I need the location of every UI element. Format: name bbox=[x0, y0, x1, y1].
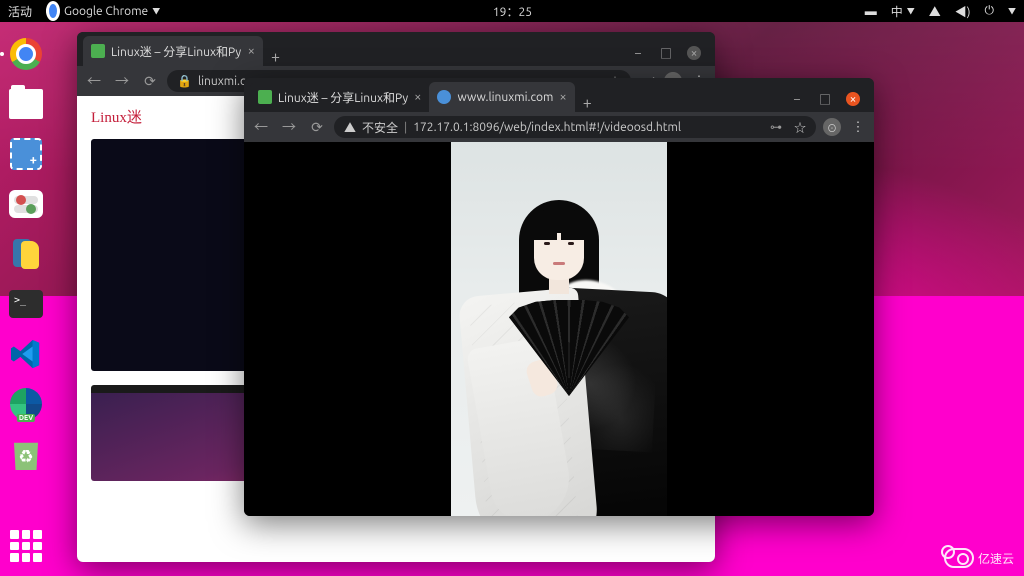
tab-linuxmi[interactable]: Linux迷 – 分享Linux和Py… × bbox=[83, 36, 263, 66]
tab-title: www.linuxmi.com bbox=[457, 91, 553, 104]
favicon-icon bbox=[437, 90, 451, 104]
chrome-window-front[interactable]: Linux迷 – 分享Linux和Py × www.linuxmi.com × … bbox=[244, 78, 874, 516]
tab-close-button[interactable]: × bbox=[248, 44, 255, 58]
dock-vscode[interactable] bbox=[4, 332, 48, 376]
terminal-icon: >_ bbox=[9, 290, 43, 318]
tab-strip: Linux迷 – 分享Linux和Py… × + – □ × bbox=[77, 32, 715, 66]
tab-title: Linux迷 – 分享Linux和Py bbox=[278, 89, 408, 106]
dock-tweaks[interactable] bbox=[4, 182, 48, 226]
back-button[interactable]: ← bbox=[250, 117, 272, 137]
watermark-text: 亿速云 bbox=[978, 550, 1014, 567]
maximize-button[interactable]: □ bbox=[659, 46, 673, 60]
url-text: 172.17.0.1:8096/web/index.html#!/videoos… bbox=[413, 121, 681, 134]
dock-files[interactable] bbox=[4, 82, 48, 126]
address-bar[interactable]: ▲ 不安全 | 172.17.0.1:8096/web/index.html#!… bbox=[334, 116, 816, 138]
minimize-button[interactable]: – bbox=[631, 46, 645, 60]
security-status: 不安全 bbox=[362, 119, 398, 136]
power-icon[interactable]: ⏻ bbox=[985, 4, 995, 18]
close-button[interactable]: × bbox=[846, 92, 860, 106]
watermark: 亿速云 bbox=[944, 548, 1014, 568]
chrome-menu-button[interactable]: ⋮ bbox=[848, 120, 868, 135]
dock-trash[interactable] bbox=[4, 432, 48, 476]
close-button[interactable]: × bbox=[687, 46, 701, 60]
profile-avatar[interactable]: ⊙ bbox=[822, 118, 842, 136]
lock-icon: 🔒 bbox=[177, 74, 192, 88]
show-applications[interactable] bbox=[4, 524, 48, 568]
python-icon bbox=[9, 237, 43, 271]
dock-screenshot[interactable] bbox=[4, 132, 48, 176]
chrome-icon bbox=[10, 38, 42, 70]
ime-indicator[interactable]: 中 ▼ bbox=[891, 3, 915, 20]
battery-icon: ▬ bbox=[865, 4, 877, 18]
maximize-button[interactable]: □ bbox=[818, 92, 832, 106]
dock-python[interactable] bbox=[4, 232, 48, 276]
clock[interactable]: 19：25 bbox=[493, 3, 532, 20]
bookmark-star-icon[interactable]: ☆ bbox=[794, 119, 806, 136]
network-icon[interactable]: ▲ bbox=[929, 3, 941, 20]
dock-terminal[interactable]: >_ bbox=[4, 282, 48, 326]
favicon-icon bbox=[91, 44, 105, 58]
back-button[interactable]: ← bbox=[83, 71, 105, 91]
forward-button: → bbox=[111, 71, 133, 91]
apps-grid-icon bbox=[10, 530, 42, 562]
reload-button[interactable]: ⟳ bbox=[139, 73, 161, 90]
password-key-icon[interactable]: ⊶ bbox=[770, 120, 782, 134]
tab-strip: Linux迷 – 分享Linux和Py × www.linuxmi.com × … bbox=[244, 78, 874, 112]
warning-icon: ▲ bbox=[344, 119, 356, 136]
toolbar: ← → ⟳ ▲ 不安全 | 172.17.0.1:8096/web/index.… bbox=[244, 112, 874, 142]
app-menu-label: Google Chrome bbox=[64, 5, 148, 18]
tab-title: Linux迷 – 分享Linux和Py… bbox=[111, 43, 242, 60]
chevron-down-icon: ▼ bbox=[152, 6, 160, 17]
activities-button[interactable]: 活动 bbox=[8, 3, 32, 20]
forward-button: → bbox=[278, 117, 300, 137]
folder-icon bbox=[9, 89, 43, 119]
tab-close-button[interactable]: × bbox=[414, 90, 421, 104]
minimize-button[interactable]: – bbox=[790, 92, 804, 106]
app-menu[interactable]: Google Chrome ▼ bbox=[46, 4, 160, 18]
gnome-top-bar: 活动 Google Chrome ▼ 19：25 ▬ 中 ▼ ▲ ◀) ⏻ ▼ bbox=[0, 0, 1024, 22]
video-frame-illustration bbox=[451, 142, 667, 516]
tab-close-button[interactable]: × bbox=[559, 90, 566, 104]
volume-icon[interactable]: ◀) bbox=[955, 3, 971, 20]
toggles-icon bbox=[9, 190, 43, 218]
reload-button[interactable]: ⟳ bbox=[306, 119, 328, 136]
vscode-icon bbox=[10, 338, 42, 370]
window-controls: – □ × bbox=[790, 92, 868, 112]
chevron-down-icon: ▼ bbox=[907, 6, 915, 17]
screenshot-icon bbox=[10, 138, 42, 170]
dock: >_ bbox=[4, 28, 52, 572]
dock-chrome[interactable] bbox=[4, 32, 48, 76]
video-player-area[interactable] bbox=[244, 142, 874, 516]
desktop: 活动 Google Chrome ▼ 19：25 ▬ 中 ▼ ▲ ◀) ⏻ ▼ … bbox=[0, 0, 1024, 576]
system-menu-chevron[interactable]: ▼ bbox=[1008, 6, 1016, 17]
favicon-icon bbox=[258, 90, 272, 104]
chrome-icon bbox=[46, 4, 60, 18]
new-tab-button[interactable]: + bbox=[575, 94, 600, 112]
tab-video-active[interactable]: www.linuxmi.com × bbox=[429, 82, 574, 112]
tab-linuxmi-bg[interactable]: Linux迷 – 分享Linux和Py × bbox=[250, 82, 429, 112]
new-tab-button[interactable]: + bbox=[263, 48, 288, 66]
watermark-logo-icon bbox=[944, 548, 974, 568]
window-controls: – □ × bbox=[631, 46, 709, 66]
dock-edge-dev[interactable] bbox=[4, 382, 48, 426]
edge-icon bbox=[10, 388, 42, 420]
trash-icon bbox=[11, 438, 41, 470]
